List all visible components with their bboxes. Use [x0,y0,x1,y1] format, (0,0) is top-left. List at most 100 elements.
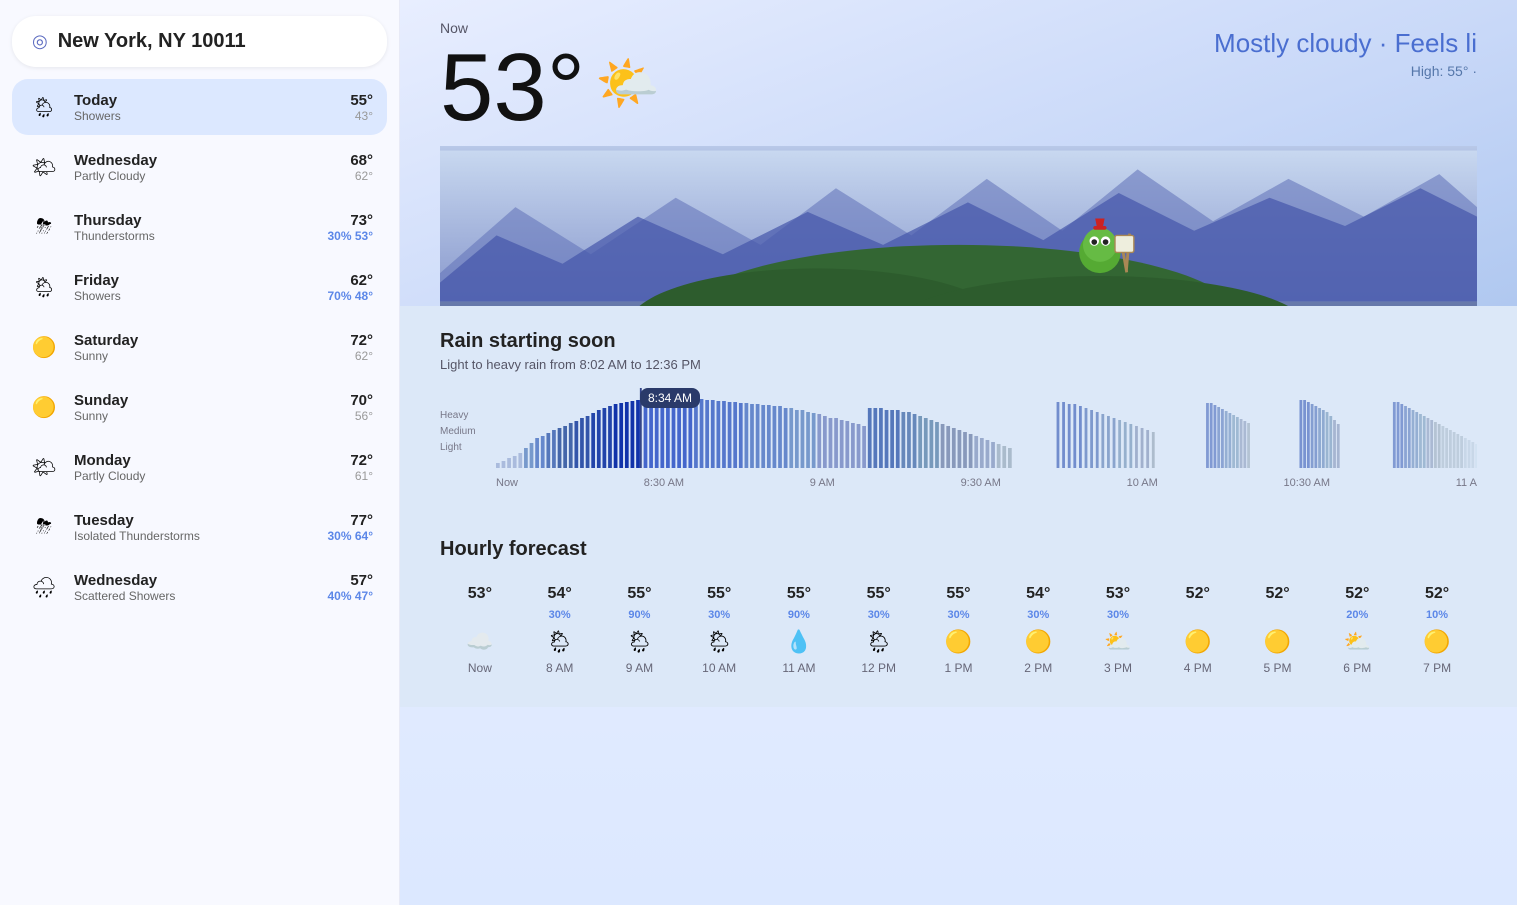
hour-icon-12: 🟡 [1423,629,1450,655]
day-temps-0: 55° 43° [350,92,373,123]
hour-label-10: 5 PM [1264,661,1292,675]
day-name-1: Wednesday [74,152,338,169]
hour-label-6: 1 PM [944,661,972,675]
hour-icon-2: 🌦 [625,629,653,655]
day-name-5: Sunday [74,392,338,409]
day-icon-8: 🌧 [26,569,62,605]
hour-item-4: 55° 90% 💧 11 AM [759,577,839,683]
day-item-2[interactable]: ⛈ Thursday Thunderstorms 73° 30% 53° [12,199,387,255]
hour-icon-1: 🌦 [546,629,574,655]
current-temperature: 53° [440,40,585,136]
hour-temp-8: 53° [1106,585,1130,603]
day-name-0: Today [74,92,338,109]
rain-x-10: 10 AM [1127,477,1158,489]
day-name-2: Thursday [74,212,316,229]
day-high-0: 55° [350,92,373,109]
hour-label-11: 6 PM [1343,661,1371,675]
current-weather-icon: 🌤️ [595,53,660,114]
day-condition-3: Showers [74,289,316,303]
hour-temp-11: 52° [1345,585,1369,603]
day-item-3[interactable]: 🌦 Friday Showers 62° 70% 48° [12,259,387,315]
day-temps-3: 62° 70% 48° [328,272,374,303]
hour-label-0: Now [468,661,492,675]
rain-legend-heavy: Heavy [440,408,476,424]
hour-precip-2: 90% [628,609,650,623]
day-temps-7: 77° 30% 64° [328,512,374,543]
day-name-4: Saturday [74,332,338,349]
day-item-5[interactable]: 🟡 Sunday Sunny 70° 56° [12,379,387,435]
day-item-4[interactable]: 🟡 Saturday Sunny 72° 62° [12,319,387,375]
hour-item-12: 52° 10% 🟡 7 PM [1397,577,1477,683]
day-icon-6: 🌤 [26,449,62,485]
day-info-6: Monday Partly Cloudy [74,452,338,483]
day-info-0: Today Showers [74,92,338,123]
day-low-6: 61° [350,469,373,483]
location-bar[interactable]: ◎ New York, NY 10011 [12,16,387,67]
hour-precip-5: 30% [868,609,890,623]
day-info-7: Tuesday Isolated Thunderstorms [74,512,316,543]
hour-label-5: 12 PM [861,661,896,675]
day-low-1: 62° [350,169,373,183]
day-item-6[interactable]: 🌤 Monday Partly Cloudy 72° 61° [12,439,387,495]
hour-label-7: 2 PM [1024,661,1052,675]
current-weather-hero: Now 53° 🌤️ Mostly cloudy · Feels li High… [400,0,1517,306]
day-precip-8: 40% 47° [328,589,374,603]
day-name-7: Tuesday [74,512,316,529]
hour-precip-1: 30% [549,609,571,623]
hour-icon-3: 🌦 [705,629,733,655]
day-condition-2: Thunderstorms [74,229,316,243]
day-info-3: Friday Showers [74,272,316,303]
day-high-6: 72° [350,452,373,469]
day-info-1: Wednesday Partly Cloudy [74,152,338,183]
day-item-8[interactable]: 🌧 Wednesday Scattered Showers 57° 40% 47… [12,559,387,615]
day-condition-7: Isolated Thunderstorms [74,529,316,543]
rain-chart-area: 8:34 AM Heavy Medium Light [440,388,1477,498]
hour-temp-12: 52° [1425,585,1449,603]
day-info-4: Saturday Sunny [74,332,338,363]
day-temps-6: 72° 61° [350,452,373,483]
rain-x-axis: Now 8:30 AM 9 AM 9:30 AM 10 AM 10:30 AM … [440,477,1477,489]
day-low-4: 62° [350,349,373,363]
hour-icon-0: ☁️ [466,629,493,655]
day-precip-7: 30% 64° [328,529,374,543]
day-icon-2: ⛈ [26,209,62,245]
location-text: New York, NY 10011 [58,30,246,53]
hour-icon-7: 🟡 [1025,629,1052,655]
day-icon-1: 🌤 [26,149,62,185]
hour-precip-6: 30% [947,609,969,623]
scene-svg [440,146,1477,306]
rain-x-9: 9 AM [810,477,835,489]
condition-row: Mostly cloudy · Feels li High: 55° · [1214,28,1477,79]
day-info-2: Thursday Thunderstorms [74,212,316,243]
hour-temp-6: 55° [946,585,970,603]
hour-temp-1: 54° [548,585,572,603]
main-content: Now 53° 🌤️ Mostly cloudy · Feels li High… [400,0,1517,905]
day-icon-0: 🌦 [26,89,62,125]
day-high-4: 72° [350,332,373,349]
hour-item-10: 52° 🟡 5 PM [1238,577,1318,683]
hour-icon-11: ⛅ [1344,629,1371,655]
hour-precip-4: 90% [788,609,810,623]
hour-item-11: 52° 20% ⛅ 6 PM [1317,577,1397,683]
hour-item-2: 55° 90% 🌦 9 AM [600,577,680,683]
hour-temp-3: 55° [707,585,731,603]
day-icon-3: 🌦 [26,269,62,305]
hour-item-0: 53° ☁️ Now [440,577,520,683]
rain-x-1030: 10:30 AM [1284,477,1330,489]
day-temps-2: 73° 30% 53° [328,212,374,243]
day-condition-6: Partly Cloudy [74,469,338,483]
hour-temp-5: 55° [867,585,891,603]
day-item-7[interactable]: ⛈ Tuesday Isolated Thunderstorms 77° 30%… [12,499,387,555]
rain-title: Rain starting soon [440,330,1477,353]
hour-precip-12: 10% [1426,609,1448,623]
day-item-0[interactable]: 🌦 Today Showers 55° 43° [12,79,387,135]
day-temps-8: 57° 40% 47° [328,572,374,603]
day-name-3: Friday [74,272,316,289]
hour-precip-7: 30% [1027,609,1049,623]
day-condition-5: Sunny [74,409,338,423]
hour-item-7: 54° 30% 🟡 2 PM [998,577,1078,683]
hour-icon-8: ⛅ [1104,629,1131,655]
rain-time-tooltip: 8:34 AM [640,388,700,408]
day-item-1[interactable]: 🌤 Wednesday Partly Cloudy 68° 62° [12,139,387,195]
day-condition-1: Partly Cloudy [74,169,338,183]
